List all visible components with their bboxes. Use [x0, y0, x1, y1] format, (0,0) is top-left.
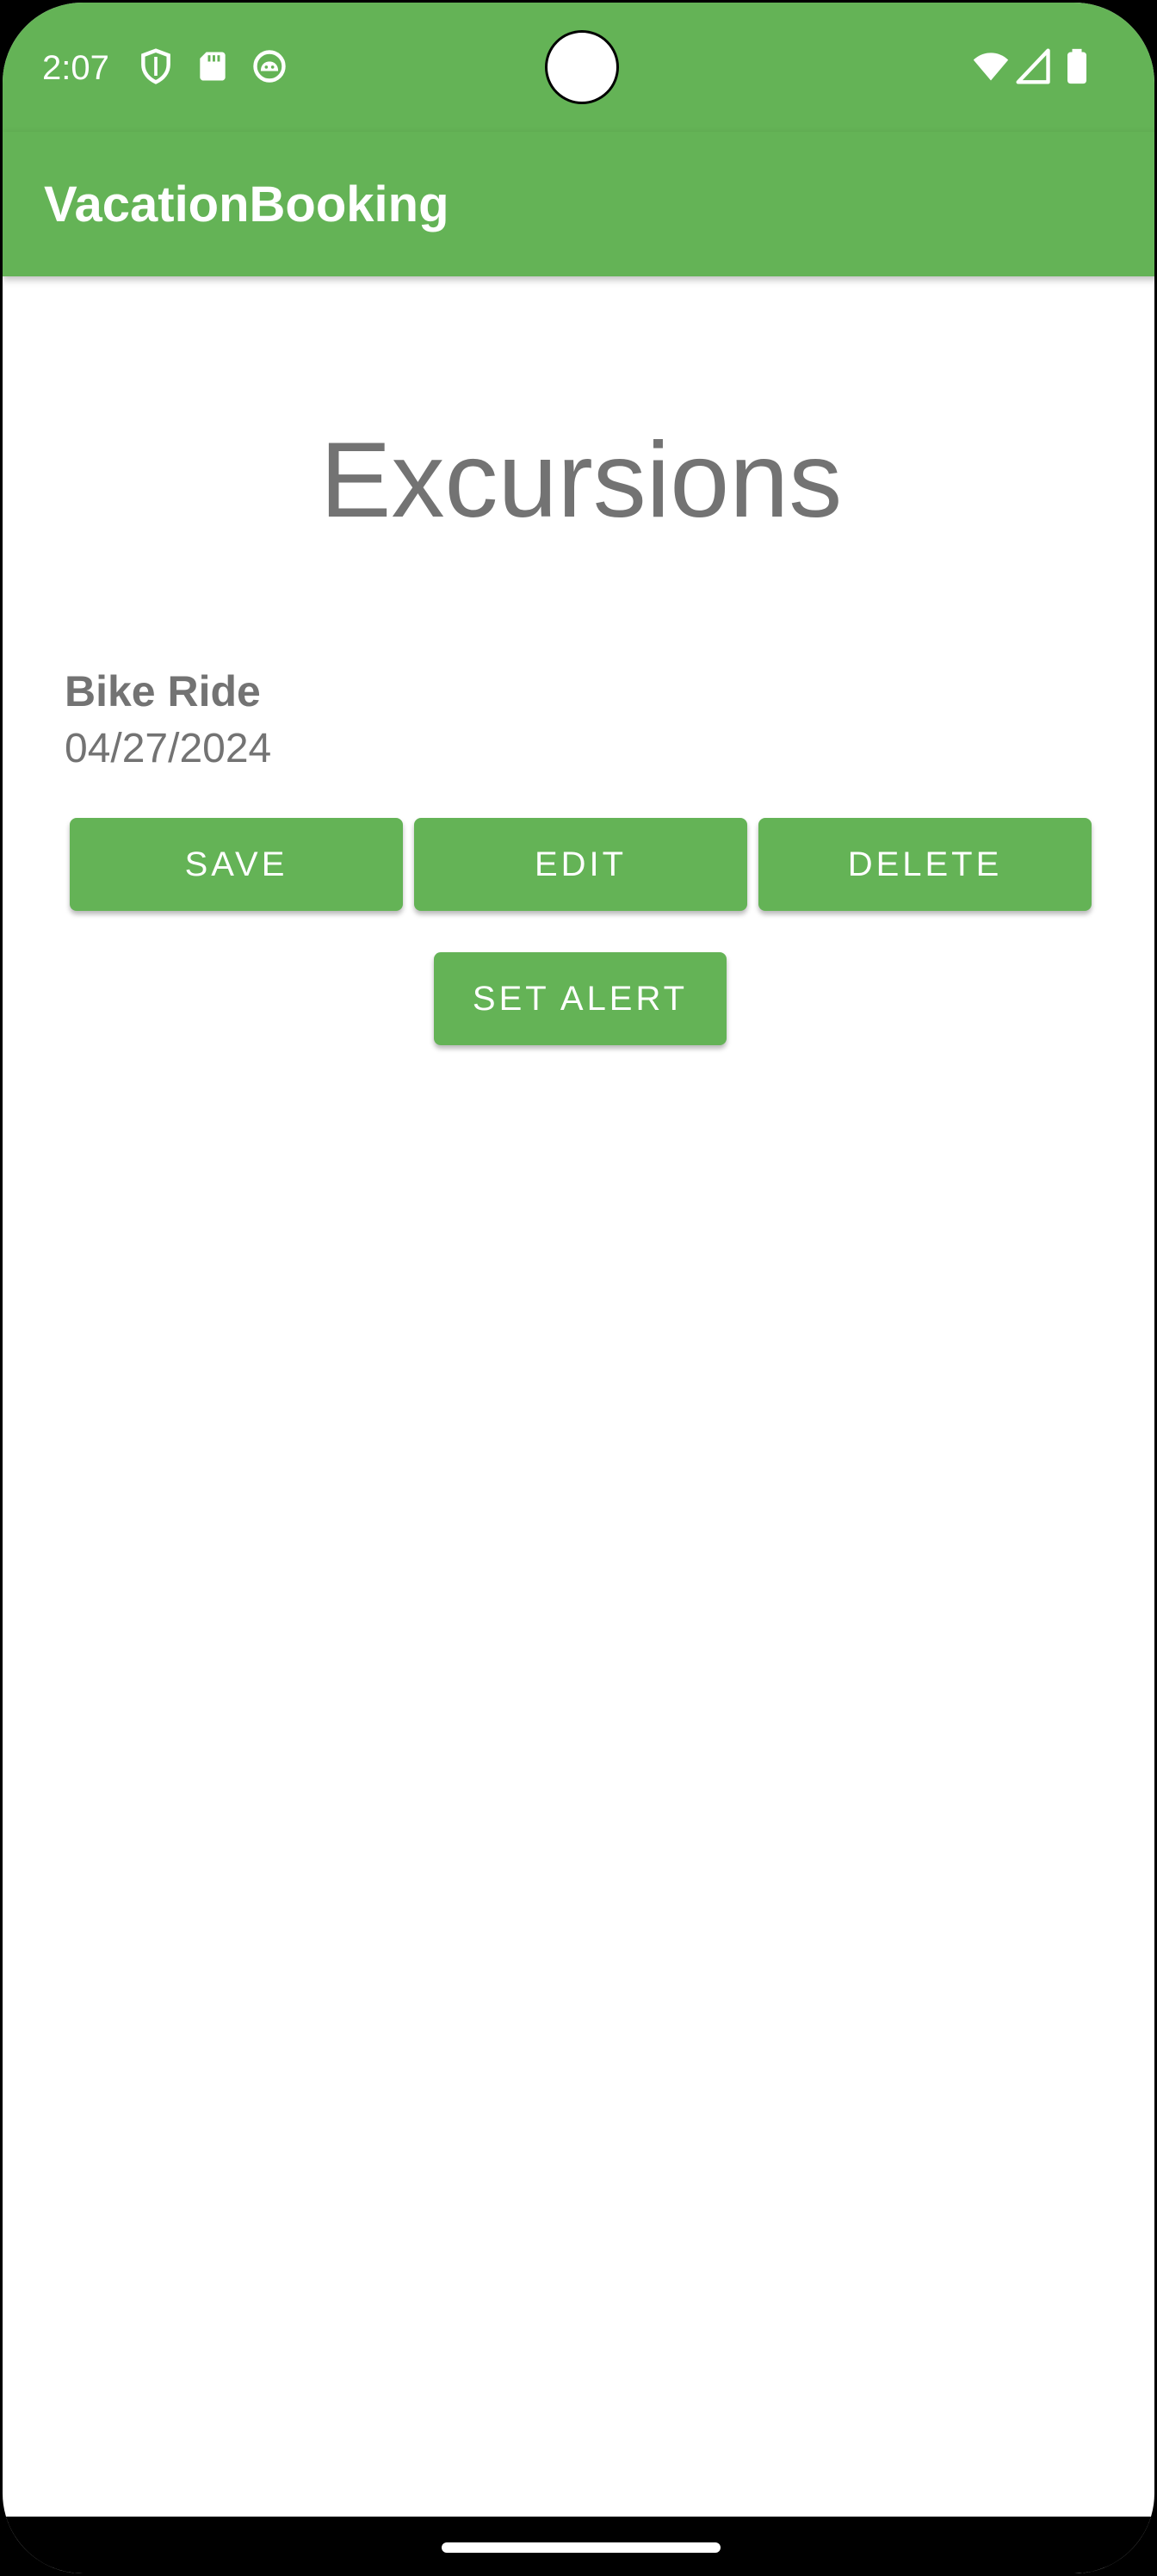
excursion-name: Bike Ride: [65, 667, 261, 715]
wifi-icon: [973, 53, 1009, 81]
home-gesture-handle[interactable]: [442, 2542, 721, 2553]
phone-screen: 2:07 VacationBooking Excursions Bike Rid…: [0, 0, 1157, 2576]
battery-icon: [1067, 48, 1086, 84]
status-time: 2:07: [42, 49, 109, 87]
sd-card-icon: [200, 52, 226, 81]
edit-button[interactable]: EDIT: [414, 818, 747, 911]
camera-cutout: [545, 30, 619, 104]
page-title: Excursions: [319, 421, 843, 540]
set-alert-button[interactable]: SET ALERT: [434, 952, 727, 1045]
app-bar: VacationBooking: [3, 132, 1154, 276]
excursion-date: 04/27/2024: [65, 726, 272, 771]
android-debug-icon: [253, 50, 286, 83]
status-bar: 2:07: [3, 3, 1154, 132]
shield-icon: [141, 48, 170, 84]
save-button[interactable]: SAVE: [70, 818, 403, 911]
app-title: VacationBooking: [44, 176, 449, 232]
delete-button[interactable]: DELETE: [758, 818, 1092, 911]
cell-signal-icon: [1016, 48, 1050, 84]
